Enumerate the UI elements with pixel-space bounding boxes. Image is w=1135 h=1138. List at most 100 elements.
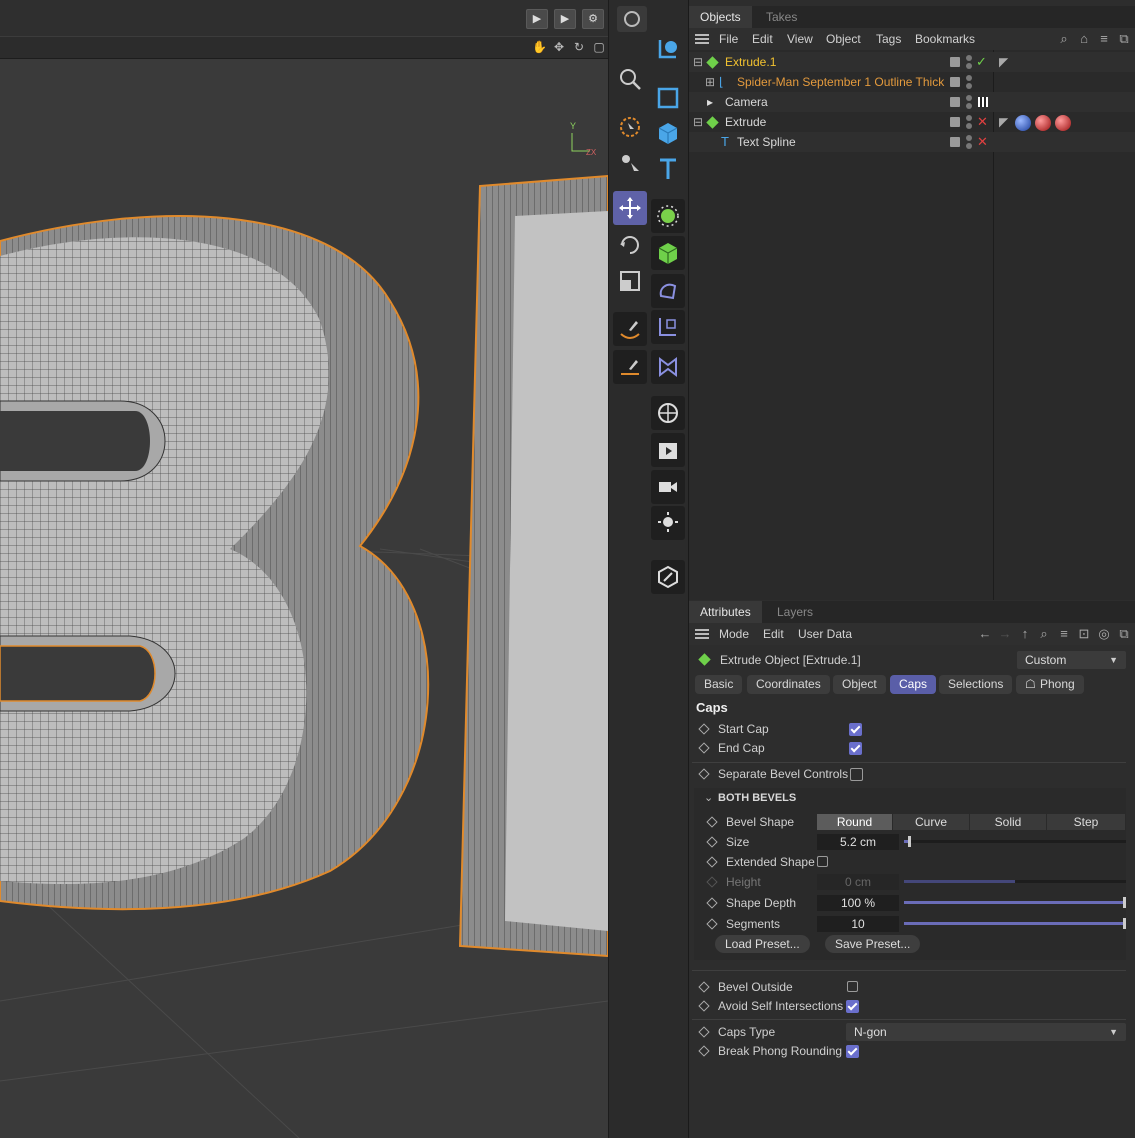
maximize-view-icon[interactable]: ▢ bbox=[592, 40, 606, 54]
extended-shape-checkbox[interactable] bbox=[817, 856, 828, 867]
size-slider[interactable] bbox=[904, 836, 1126, 847]
shape-depth-input[interactable]: 100 % bbox=[817, 895, 899, 911]
edit-icon[interactable] bbox=[950, 137, 960, 147]
lock-icon[interactable]: ⊡ bbox=[1075, 623, 1093, 645]
rectangle-spline-icon[interactable] bbox=[651, 81, 685, 115]
edit-icon[interactable] bbox=[950, 77, 960, 87]
editor-visibility-dot[interactable] bbox=[966, 55, 972, 61]
material-blue-icon[interactable] bbox=[1015, 115, 1031, 131]
render-visibility-dot[interactable] bbox=[966, 63, 972, 69]
object-row-extrude-1[interactable]: ⊟ Extrude.1 ✓ ◤ bbox=[689, 52, 1135, 72]
avoid-self-intersections-checkbox[interactable] bbox=[846, 1000, 859, 1013]
rotate-camera-icon[interactable]: ↻ bbox=[572, 40, 586, 54]
text-spline-icon[interactable] bbox=[651, 152, 685, 186]
segments-slider[interactable] bbox=[904, 918, 1126, 929]
phong-tag-icon[interactable]: ◤ bbox=[999, 112, 1008, 132]
object-row-camera[interactable]: ▸ Camera bbox=[689, 92, 1135, 112]
light-object-icon[interactable] bbox=[651, 506, 685, 540]
new-window-icon[interactable]: ⧉ bbox=[1115, 623, 1133, 645]
search-icon[interactable]: ⌕ bbox=[1035, 623, 1053, 645]
editor-visibility-dot[interactable] bbox=[966, 135, 972, 141]
render-scene-icon[interactable] bbox=[651, 433, 685, 467]
menu-edit[interactable]: Edit bbox=[752, 28, 773, 50]
camera-object-icon[interactable] bbox=[651, 470, 685, 504]
zoom-icon[interactable] bbox=[613, 62, 647, 96]
extrude-generator-icon[interactable] bbox=[651, 236, 685, 270]
object-row-text-spline[interactable]: T Text Spline ✕ bbox=[689, 132, 1135, 152]
material-red-icon[interactable] bbox=[1035, 115, 1051, 131]
field-icon[interactable] bbox=[651, 310, 685, 344]
forward-arrow-icon[interactable]: → bbox=[996, 623, 1014, 645]
edit-icon[interactable] bbox=[950, 57, 960, 67]
save-preset-button[interactable]: Save Preset... bbox=[825, 935, 921, 953]
load-preset-button[interactable]: Load Preset... bbox=[715, 935, 810, 953]
phong-tag-icon[interactable]: ◤ bbox=[999, 52, 1008, 72]
spline-sketch-icon[interactable] bbox=[613, 350, 647, 384]
menu-edit[interactable]: Edit bbox=[763, 623, 784, 645]
break-phong-checkbox[interactable] bbox=[846, 1045, 859, 1058]
filter-icon[interactable]: ≡ bbox=[1095, 28, 1113, 50]
search-icon[interactable]: ⌕ bbox=[1055, 28, 1073, 50]
tweak-tool-icon[interactable] bbox=[613, 146, 647, 180]
bevel-shape-solid[interactable]: Solid bbox=[970, 814, 1046, 830]
collapse-icon[interactable]: ⊟ bbox=[693, 52, 703, 72]
tab-selections[interactable]: Selections bbox=[939, 675, 1013, 694]
caps-type-dropdown[interactable]: N-gon ▼ bbox=[846, 1023, 1126, 1041]
tab-object[interactable]: Object bbox=[833, 675, 886, 694]
tab-objects[interactable]: Objects bbox=[689, 6, 752, 28]
start-cap-checkbox[interactable] bbox=[849, 723, 862, 736]
object-row-spline[interactable]: ⊞ ⌊ Spider-Man September 1 Outline Thick bbox=[689, 72, 1135, 92]
both-bevels-header[interactable]: BOTH BEVELS bbox=[718, 792, 796, 804]
tab-attributes[interactable]: Attributes bbox=[689, 601, 762, 623]
enabled-check-icon[interactable]: ✓ bbox=[976, 52, 987, 72]
editor-visibility-dot[interactable] bbox=[966, 75, 972, 81]
viewport-3d-canvas[interactable]: Y ZX bbox=[0, 58, 608, 1138]
shape-depth-slider[interactable] bbox=[904, 897, 1126, 908]
editor-visibility-dot[interactable] bbox=[966, 95, 972, 101]
collapse-icon[interactable]: ⊟ bbox=[693, 112, 703, 132]
render-settings-icon[interactable]: ⚙ bbox=[582, 9, 604, 29]
size-input[interactable]: 5.2 cm bbox=[817, 834, 899, 850]
subdivision-generator-icon[interactable] bbox=[651, 199, 685, 233]
scale-tool-icon[interactable] bbox=[613, 264, 647, 298]
spline-primitive-icon[interactable] bbox=[651, 32, 685, 66]
render-visibility-dot[interactable] bbox=[966, 103, 972, 109]
segments-input[interactable]: 10 bbox=[817, 916, 899, 932]
render-visibility-dot[interactable] bbox=[966, 123, 972, 129]
live-selection-icon[interactable] bbox=[613, 110, 647, 144]
render-visibility-dot[interactable] bbox=[966, 143, 972, 149]
tab-basic[interactable]: Basic bbox=[695, 675, 743, 694]
render-view-icon[interactable]: ▶ bbox=[526, 9, 548, 29]
disabled-cross-icon[interactable]: ✕ bbox=[977, 112, 988, 132]
bevel-shape-step[interactable]: Step bbox=[1047, 814, 1125, 830]
editor-visibility-dot[interactable] bbox=[966, 115, 972, 121]
render-visibility-dot[interactable] bbox=[966, 83, 972, 89]
new-window-icon[interactable]: ⧉ bbox=[1115, 28, 1133, 50]
menu-tags[interactable]: Tags bbox=[876, 28, 901, 50]
expand-icon[interactable]: ⊞ bbox=[705, 72, 715, 92]
move-tool-icon[interactable] bbox=[613, 191, 647, 225]
render-picture-viewer-icon[interactable]: ▶ bbox=[554, 9, 576, 29]
tab-layers[interactable]: Layers bbox=[766, 601, 824, 623]
tab-coordinates[interactable]: Coordinates bbox=[747, 675, 830, 694]
tab-takes[interactable]: Takes bbox=[755, 6, 808, 28]
end-cap-checkbox[interactable] bbox=[849, 742, 862, 755]
menu-object[interactable]: Object bbox=[826, 28, 861, 50]
bevel-outside-checkbox[interactable] bbox=[847, 981, 858, 992]
chevron-down-icon[interactable]: ⌄ bbox=[704, 791, 713, 804]
object-row-extrude[interactable]: ⊟ Extrude ✕ ◤ bbox=[689, 112, 1135, 132]
menu-user-data[interactable]: User Data bbox=[798, 623, 852, 645]
layout-switch-icon[interactable] bbox=[617, 6, 647, 32]
cube-primitive-icon[interactable] bbox=[651, 116, 685, 150]
edit-icon[interactable] bbox=[950, 117, 960, 127]
bevel-shape-curve[interactable]: Curve bbox=[893, 814, 969, 830]
pan-hand-icon[interactable]: ✋ bbox=[532, 40, 547, 54]
menu-file[interactable]: File bbox=[719, 28, 738, 50]
camera-tag-icon[interactable] bbox=[978, 97, 988, 107]
target-icon[interactable]: ◎ bbox=[1095, 623, 1113, 645]
volume-icon[interactable] bbox=[651, 350, 685, 384]
menu-view[interactable]: View bbox=[787, 28, 813, 50]
material-red-icon[interactable] bbox=[1055, 115, 1071, 131]
hamburger-menu-icon[interactable] bbox=[695, 629, 709, 639]
disabled-cross-icon[interactable]: ✕ bbox=[977, 132, 988, 152]
